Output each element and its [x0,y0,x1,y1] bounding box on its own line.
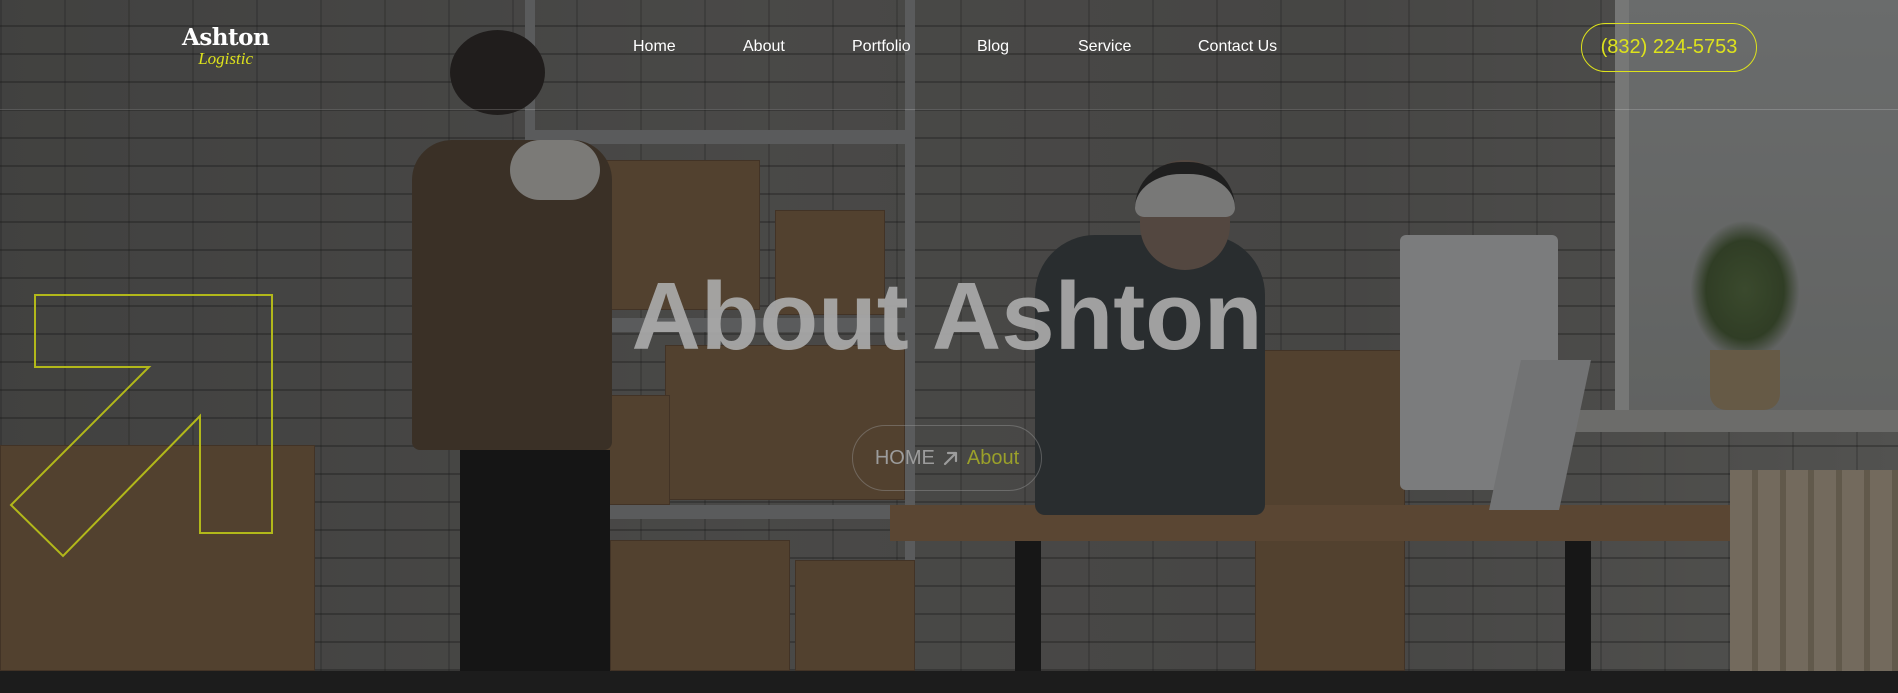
brand-name: Ashton [182,24,270,51]
brand-tagline: Logistic [198,49,253,68]
page-title: About Ashton [0,262,1898,372]
breadcrumb: HOME About [852,425,1042,491]
site-header: Ashton Logistic Home About Portfolio Blo… [0,0,1898,110]
brand-logo[interactable]: Ashton Logistic [182,24,270,68]
nav-item-about[interactable]: About [743,38,785,56]
phone-button[interactable]: (832) 224-5753 [1581,23,1757,72]
nav-item-home[interactable]: Home [633,38,676,56]
nav-item-portfolio[interactable]: Portfolio [852,38,911,56]
nav-item-contact-us[interactable]: Contact Us [1198,38,1277,56]
nav-item-service[interactable]: Service [1078,38,1131,56]
page-bottom-strip [0,671,1898,693]
breadcrumb-current: About [966,446,1020,469]
arrow-up-right-icon [943,451,957,466]
nav-item-blog[interactable]: Blog [977,38,1009,56]
breadcrumb-home-link[interactable]: HOME [875,447,935,470]
page-title-text: About Ashton [631,263,1263,370]
